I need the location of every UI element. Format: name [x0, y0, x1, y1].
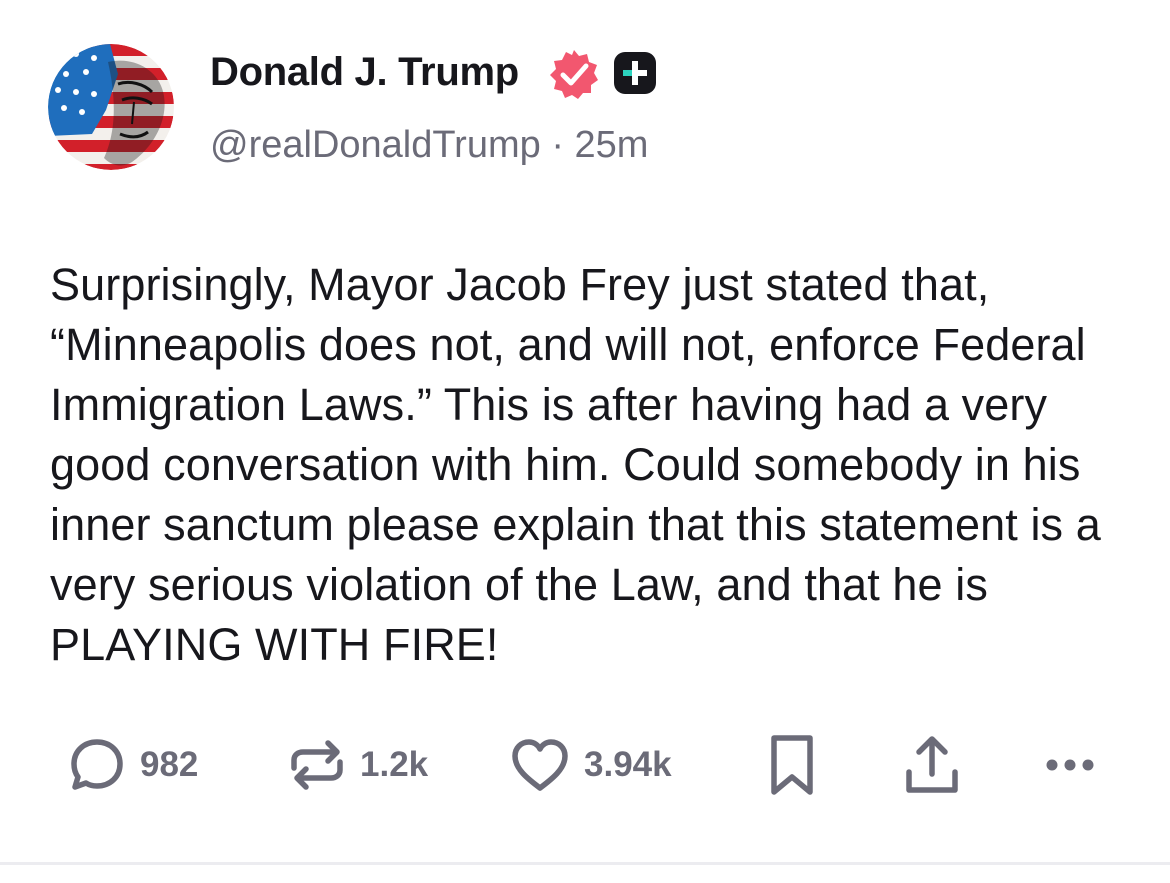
share-upload-icon [906, 736, 958, 793]
repost-count: 1.2k [360, 745, 429, 784]
share-button[interactable] [902, 730, 962, 800]
reply-button[interactable]: 982 [66, 730, 198, 800]
more-dots-icon [1046, 759, 1094, 771]
reply-bubble-icon [71, 739, 123, 790]
author-avatar[interactable] [48, 44, 174, 170]
heart-icon [512, 739, 568, 791]
post-timestamp[interactable]: 25m [575, 124, 649, 166]
post-body: Surprisingly, Mayor Jacob Frey just stat… [50, 259, 1101, 670]
author-handle[interactable]: @realDonaldTrump [210, 124, 541, 166]
verified-badge-icon [550, 50, 598, 99]
meta-separator: · [551, 124, 564, 166]
author-meta: @realDonaldTrump · 25m [210, 122, 648, 168]
bookmark-button[interactable] [766, 730, 818, 800]
plus-badge-icon [614, 52, 656, 94]
like-count: 3.94k [584, 745, 672, 784]
reply-count: 982 [140, 745, 199, 784]
repost-arrows-icon [291, 740, 343, 790]
post-card: Donald J. Trump @realDonaldTrump · 25m S… [0, 0, 1170, 862]
author-display-name[interactable]: Donald J. Trump [210, 48, 519, 96]
post-action-bar: 982 1.2k 3.94k [0, 730, 1170, 800]
post-divider [0, 862, 1170, 865]
like-button[interactable]: 3.94k [508, 730, 672, 800]
more-options-button[interactable] [1040, 730, 1106, 800]
bookmark-icon [771, 735, 813, 795]
flag-portrait-avatar-image [48, 44, 174, 170]
repost-button[interactable]: 1.2k [286, 730, 428, 800]
